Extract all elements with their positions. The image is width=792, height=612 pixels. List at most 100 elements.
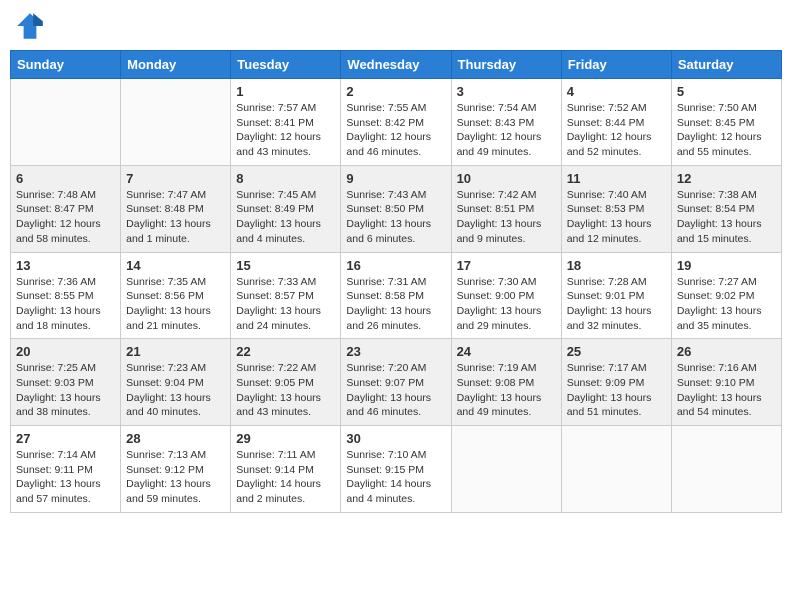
calendar-cell [121,79,231,166]
weekday-header: Wednesday [341,51,451,79]
day-number: 12 [677,171,776,186]
day-number: 5 [677,84,776,99]
day-info: Sunrise: 7:31 AM Sunset: 8:58 PM Dayligh… [346,275,445,334]
calendar-cell: 25 Sunrise: 7:17 AM Sunset: 9:09 PM Dayli… [561,339,671,426]
day-info: Sunrise: 7:25 AM Sunset: 9:03 PM Dayligh… [16,361,115,420]
day-number: 29 [236,431,335,446]
calendar-cell: 22 Sunrise: 7:22 AM Sunset: 9:05 PM Dayli… [231,339,341,426]
day-info: Sunrise: 7:42 AM Sunset: 8:51 PM Dayligh… [457,188,556,247]
day-info: Sunrise: 7:17 AM Sunset: 9:09 PM Dayligh… [567,361,666,420]
day-info: Sunrise: 7:22 AM Sunset: 9:05 PM Dayligh… [236,361,335,420]
day-number: 20 [16,344,115,359]
day-info: Sunrise: 7:47 AM Sunset: 8:48 PM Dayligh… [126,188,225,247]
calendar-cell: 29 Sunrise: 7:11 AM Sunset: 9:14 PM Dayli… [231,426,341,513]
calendar-cell: 5 Sunrise: 7:50 AM Sunset: 8:45 PM Daylig… [671,79,781,166]
calendar-table: SundayMondayTuesdayWednesdayThursdayFrid… [10,50,782,513]
calendar-cell: 28 Sunrise: 7:13 AM Sunset: 9:12 PM Dayli… [121,426,231,513]
calendar-cell: 1 Sunrise: 7:57 AM Sunset: 8:41 PM Daylig… [231,79,341,166]
day-number: 25 [567,344,666,359]
day-info: Sunrise: 7:55 AM Sunset: 8:42 PM Dayligh… [346,101,445,160]
day-info: Sunrise: 7:43 AM Sunset: 8:50 PM Dayligh… [346,188,445,247]
logo [14,10,50,42]
weekday-row: SundayMondayTuesdayWednesdayThursdayFrid… [11,51,782,79]
day-number: 23 [346,344,445,359]
calendar-cell: 17Sunrise: 7:30 AM Sunset: 9:00 PM Dayli… [451,252,561,339]
weekday-header: Friday [561,51,671,79]
day-number: 22 [236,344,335,359]
calendar-week-row: 20 Sunrise: 7:25 AM Sunset: 9:03 PM Dayli… [11,339,782,426]
day-info: Sunrise: 7:57 AM Sunset: 8:41 PM Dayligh… [236,101,335,160]
weekday-header: Tuesday [231,51,341,79]
day-info: Sunrise: 7:45 AM Sunset: 8:49 PM Dayligh… [236,188,335,247]
calendar-cell [671,426,781,513]
day-info: Sunrise: 7:16 AM Sunset: 9:10 PM Dayligh… [677,361,776,420]
calendar-cell: 8 Sunrise: 7:45 AM Sunset: 8:49 PM Daylig… [231,165,341,252]
day-number: 7 [126,171,225,186]
calendar-cell: 12 Sunrise: 7:38 AM Sunset: 8:54 PM Dayli… [671,165,781,252]
day-number: 4 [567,84,666,99]
day-info: Sunrise: 7:52 AM Sunset: 8:44 PM Dayligh… [567,101,666,160]
calendar-cell: 13 Sunrise: 7:36 AM Sunset: 8:55 PM Dayli… [11,252,121,339]
weekday-header: Thursday [451,51,561,79]
calendar-cell: 10 Sunrise: 7:42 AM Sunset: 8:51 PM Dayli… [451,165,561,252]
day-info: Sunrise: 7:11 AM Sunset: 9:14 PM Dayligh… [236,448,335,507]
calendar-cell: 6 Sunrise: 7:48 AM Sunset: 8:47 PM Daylig… [11,165,121,252]
calendar-cell: 21Sunrise: 7:23 AM Sunset: 9:04 PM Dayli… [121,339,231,426]
day-number: 16 [346,258,445,273]
day-number: 13 [16,258,115,273]
calendar-cell: 15Sunrise: 7:33 AM Sunset: 8:57 PM Dayli… [231,252,341,339]
day-number: 3 [457,84,556,99]
day-number: 24 [457,344,556,359]
calendar-cell: 16 Sunrise: 7:31 AM Sunset: 8:58 PM Dayli… [341,252,451,339]
day-info: Sunrise: 7:50 AM Sunset: 8:45 PM Dayligh… [677,101,776,160]
day-number: 19 [677,258,776,273]
calendar-cell [451,426,561,513]
day-number: 26 [677,344,776,359]
day-number: 11 [567,171,666,186]
day-number: 9 [346,171,445,186]
calendar-cell: 26 Sunrise: 7:16 AM Sunset: 9:10 PM Dayli… [671,339,781,426]
calendar-cell: 4 Sunrise: 7:52 AM Sunset: 8:44 PM Daylig… [561,79,671,166]
day-number: 10 [457,171,556,186]
calendar-week-row: 27 Sunrise: 7:14 AM Sunset: 9:11 PM Dayli… [11,426,782,513]
day-info: Sunrise: 7:13 AM Sunset: 9:12 PM Dayligh… [126,448,225,507]
calendar-cell: 2 Sunrise: 7:55 AM Sunset: 8:42 PM Daylig… [341,79,451,166]
day-number: 15 [236,258,335,273]
day-number: 14 [126,258,225,273]
day-number: 27 [16,431,115,446]
day-info: Sunrise: 7:19 AM Sunset: 9:08 PM Dayligh… [457,361,556,420]
day-number: 6 [16,171,115,186]
calendar-cell: 7 Sunrise: 7:47 AM Sunset: 8:48 PM Daylig… [121,165,231,252]
calendar-cell: 18 Sunrise: 7:28 AM Sunset: 9:01 PM Dayli… [561,252,671,339]
day-info: Sunrise: 7:54 AM Sunset: 8:43 PM Dayligh… [457,101,556,160]
calendar-week-row: 6 Sunrise: 7:48 AM Sunset: 8:47 PM Daylig… [11,165,782,252]
weekday-header: Monday [121,51,231,79]
day-number: 1 [236,84,335,99]
weekday-header: Sunday [11,51,121,79]
day-info: Sunrise: 7:48 AM Sunset: 8:47 PM Dayligh… [16,188,115,247]
calendar-week-row: 13 Sunrise: 7:36 AM Sunset: 8:55 PM Dayli… [11,252,782,339]
day-number: 18 [567,258,666,273]
logo-icon [14,10,46,42]
day-number: 28 [126,431,225,446]
calendar-body: 1 Sunrise: 7:57 AM Sunset: 8:41 PM Daylig… [11,79,782,513]
calendar-cell: 11 Sunrise: 7:40 AM Sunset: 8:53 PM Dayli… [561,165,671,252]
day-info: Sunrise: 7:35 AM Sunset: 8:56 PM Dayligh… [126,275,225,334]
calendar-cell: 27 Sunrise: 7:14 AM Sunset: 9:11 PM Dayli… [11,426,121,513]
calendar-cell: 30Sunrise: 7:10 AM Sunset: 9:15 PM Dayli… [341,426,451,513]
day-info: Sunrise: 7:40 AM Sunset: 8:53 PM Dayligh… [567,188,666,247]
day-number: 8 [236,171,335,186]
day-info: Sunrise: 7:38 AM Sunset: 8:54 PM Dayligh… [677,188,776,247]
day-info: Sunrise: 7:28 AM Sunset: 9:01 PM Dayligh… [567,275,666,334]
calendar-cell: 9 Sunrise: 7:43 AM Sunset: 8:50 PM Daylig… [341,165,451,252]
day-info: Sunrise: 7:20 AM Sunset: 9:07 PM Dayligh… [346,361,445,420]
calendar-cell: 14 Sunrise: 7:35 AM Sunset: 8:56 PM Dayli… [121,252,231,339]
day-info: Sunrise: 7:36 AM Sunset: 8:55 PM Dayligh… [16,275,115,334]
day-number: 17 [457,258,556,273]
day-number: 2 [346,84,445,99]
day-number: 21 [126,344,225,359]
calendar-week-row: 1 Sunrise: 7:57 AM Sunset: 8:41 PM Daylig… [11,79,782,166]
day-info: Sunrise: 7:14 AM Sunset: 9:11 PM Dayligh… [16,448,115,507]
calendar-cell: 24 Sunrise: 7:19 AM Sunset: 9:08 PM Dayli… [451,339,561,426]
calendar-header: SundayMondayTuesdayWednesdayThursdayFrid… [11,51,782,79]
